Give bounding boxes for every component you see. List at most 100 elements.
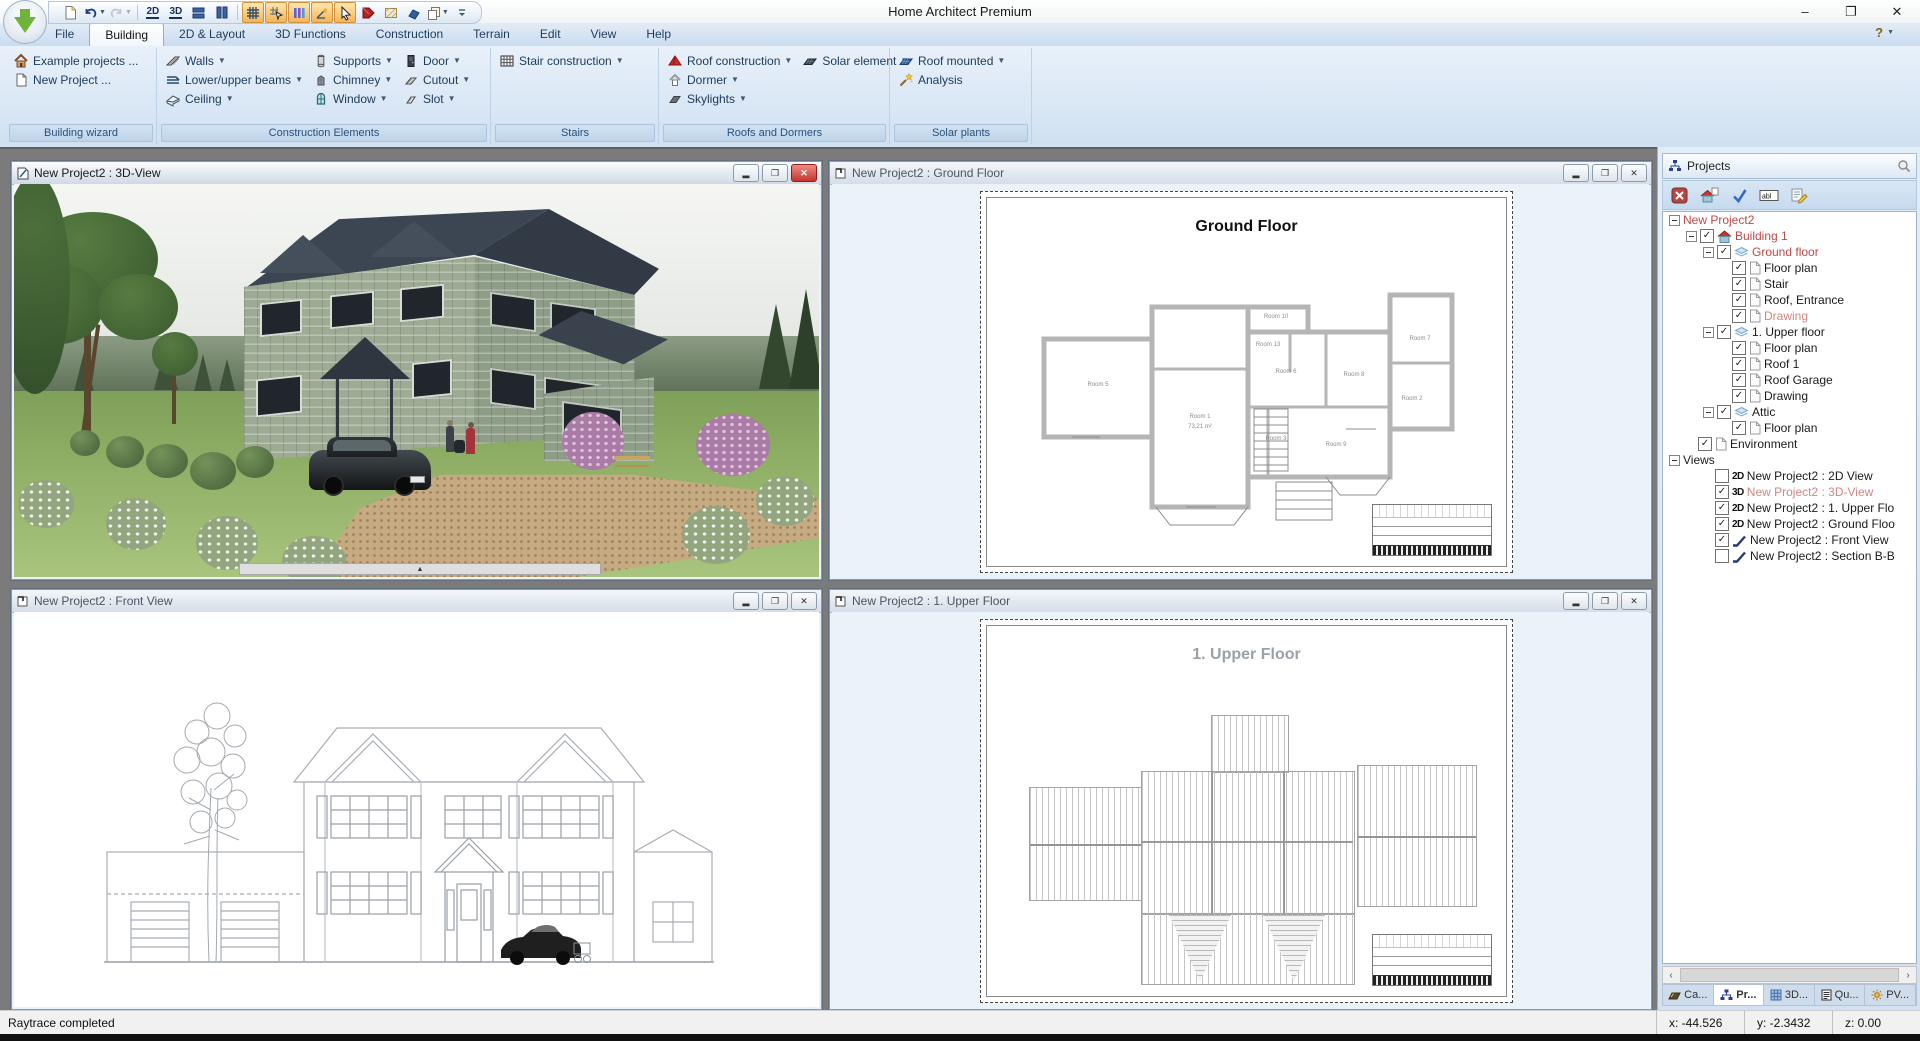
add-building-button[interactable] <box>1696 183 1722 207</box>
scroll-right-icon[interactable]: › <box>1900 970 1916 981</box>
tree-item-floor-plan[interactable]: ✓Floor plan <box>1663 340 1916 356</box>
tab-help[interactable]: Help <box>631 23 686 46</box>
tree-checkbox[interactable]: ✓ <box>1700 229 1714 243</box>
ribbon-button-walls[interactable]: Walls▼ <box>162 51 306 70</box>
upper-floor-canvas[interactable]: 1. Upper Floor <box>832 612 1649 1007</box>
close-button[interactable]: ✕ <box>1874 0 1920 23</box>
panel-tab-ca[interactable]: Ca... <box>1663 985 1714 1005</box>
tree-item-new-project2-3d-view[interactable]: ✓3DNew Project2 : 3D-View <box>1663 484 1916 500</box>
panel-tab-3d[interactable]: 3D... <box>1764 985 1815 1005</box>
qat-guide-lines-button[interactable] <box>288 2 310 23</box>
ribbon-button-window[interactable]: Window▼ <box>310 89 396 108</box>
qat-color-marker-button[interactable] <box>357 2 379 23</box>
panel-tab-pr[interactable]: Pr... <box>1714 985 1765 1005</box>
tree-checkbox[interactable] <box>1715 469 1729 483</box>
tree-item-new-project2-section-b-b[interactable]: New Project2 : Section B-B <box>1663 548 1916 564</box>
tree-item-roof-1[interactable]: ✓Roof 1 <box>1663 356 1916 372</box>
close-button[interactable]: ✕ <box>791 164 817 182</box>
ribbon-button-lower-upper-beams[interactable]: Lower/upper beams▼ <box>162 70 306 89</box>
tree-item-drawing[interactable]: ✓Drawing <box>1663 308 1916 324</box>
tree-checkbox[interactable]: ✓ <box>1732 389 1746 403</box>
ground-floor-canvas[interactable]: Ground Floor <box>832 184 1649 577</box>
ribbon-button-ceiling[interactable]: Ceiling▼ <box>162 89 306 108</box>
tree-checkbox[interactable]: ✓ <box>1698 437 1712 451</box>
tree-checkbox[interactable]: ✓ <box>1715 501 1729 515</box>
ribbon-button-cutout[interactable]: Cutout▼ <box>400 70 473 89</box>
tree-item-views[interactable]: Views <box>1663 452 1916 468</box>
minimize-button[interactable]: – <box>1782 0 1828 23</box>
tree-expander-icon[interactable] <box>1686 231 1697 242</box>
tree-checkbox[interactable]: ✓ <box>1732 293 1746 307</box>
ribbon-button-supports[interactable]: Supports▼ <box>310 51 396 70</box>
tree-checkbox[interactable]: ✓ <box>1732 341 1746 355</box>
restore-button[interactable]: ❐ <box>762 164 788 182</box>
tree-checkbox[interactable]: ✓ <box>1732 277 1746 291</box>
ribbon-button-slot[interactable]: Slot▼ <box>400 89 473 108</box>
tab-edit[interactable]: Edit <box>525 23 576 46</box>
qat-copy-button[interactable]: ▼ <box>426 2 450 23</box>
tree-expander-icon[interactable] <box>1669 215 1680 226</box>
tree-checkbox[interactable] <box>1715 549 1729 563</box>
tree-item-ground-floor[interactable]: ✓Ground floor <box>1663 244 1916 260</box>
tree-item-new-project2-front-view[interactable]: ✓New Project2 : Front View <box>1663 532 1916 548</box>
tree-item-roof-entrance[interactable]: ✓Roof, Entrance <box>1663 292 1916 308</box>
window-3d-titlebar[interactable]: New Project2 : 3D-View ▂ ❐ ✕ <box>12 162 821 185</box>
tree-checkbox[interactable]: ✓ <box>1715 533 1729 547</box>
ribbon-button-analysis[interactable]: Analysis <box>895 70 1008 89</box>
front-view-canvas[interactable] <box>14 612 819 1007</box>
properties-button[interactable] <box>1786 183 1812 207</box>
ribbon-button-stair-construction[interactable]: Stair construction▼ <box>496 51 627 70</box>
tab-terrain[interactable]: Terrain <box>458 23 525 46</box>
minimize-button[interactable]: ▂ <box>1563 164 1589 182</box>
tab-building[interactable]: Building <box>89 23 164 47</box>
tree-checkbox[interactable]: ✓ <box>1717 405 1731 419</box>
restore-button[interactable]: ❐ <box>1592 592 1618 610</box>
tree-item-drawing[interactable]: ✓Drawing <box>1663 388 1916 404</box>
qat-pointer-button[interactable] <box>334 2 356 23</box>
tab-view[interactable]: View <box>576 23 632 46</box>
qat-roof-tile-button[interactable] <box>403 2 425 23</box>
qat-toolbar-overflow-button[interactable] <box>451 2 473 23</box>
panel-tab-pv[interactable]: PV... <box>1865 985 1916 1005</box>
panel-tab-qu[interactable]: Qu... <box>1815 985 1866 1005</box>
tree-checkbox[interactable]: ✓ <box>1732 357 1746 371</box>
restore-button[interactable]: ❐ <box>1828 0 1874 23</box>
ribbon-button-skylights[interactable]: Skylights▼ <box>664 89 795 108</box>
application-menu-button[interactable] <box>3 0 47 44</box>
tree-expander-icon[interactable] <box>1703 247 1714 258</box>
minimize-button[interactable]: ▂ <box>733 592 759 610</box>
tree-checkbox[interactable]: ✓ <box>1717 325 1731 339</box>
qat-new-view-button[interactable] <box>59 2 81 23</box>
help-button[interactable]: ? ▼ <box>1875 25 1894 40</box>
ribbon-button-example-projects[interactable]: Example projects ... <box>10 51 141 70</box>
window-ground-titlebar[interactable]: New Project2 : Ground Floor ▂ ❐ ✕ <box>830 162 1651 185</box>
tab-2d-layout[interactable]: 2D & Layout <box>164 23 260 46</box>
qat-tile-horizontal-button[interactable] <box>188 2 210 23</box>
delete-button[interactable] <box>1666 183 1692 207</box>
tab-3d-functions[interactable]: 3D Functions <box>260 23 361 46</box>
tree-checkbox[interactable]: ✓ <box>1732 421 1746 435</box>
scrollbar-thumb[interactable] <box>1680 968 1899 982</box>
qat-angle-snap-button[interactable] <box>311 2 333 23</box>
close-button[interactable]: ✕ <box>791 592 817 610</box>
minimize-button[interactable]: ▂ <box>733 164 759 182</box>
qat-2d-window-button[interactable]: 2D <box>142 2 164 23</box>
qat-redo-button[interactable]: ▼ <box>108 2 133 23</box>
close-button[interactable]: ✕ <box>1621 592 1647 610</box>
tree-item-stair[interactable]: ✓Stair <box>1663 276 1916 292</box>
tree-item-1-upper-floor[interactable]: ✓1. Upper floor <box>1663 324 1916 340</box>
window-upper-titlebar[interactable]: New Project2 : 1. Upper Floor ▂ ❐ ✕ <box>830 590 1651 613</box>
ribbon-button-roof-mounted[interactable]: Roof mounted▼ <box>895 51 1008 70</box>
tree-item-building-1[interactable]: ✓Building 1 <box>1663 228 1916 244</box>
tree-item-environment[interactable]: ✓Environment <box>1663 436 1916 452</box>
window-front-titlebar[interactable]: New Project2 : Front View ▂ ❐ ✕ <box>12 590 821 613</box>
qat-grid-button[interactable] <box>242 2 264 23</box>
tree-item-floor-plan[interactable]: ✓Floor plan <box>1663 420 1916 436</box>
tree-checkbox[interactable]: ✓ <box>1717 245 1731 259</box>
qat-snap-grid-button[interactable] <box>265 2 287 23</box>
tree-item-attic[interactable]: ✓Attic <box>1663 404 1916 420</box>
qat-hatch-button[interactable] <box>380 2 402 23</box>
tree-checkbox[interactable]: ✓ <box>1732 373 1746 387</box>
tree-item-new-project2-2d-view[interactable]: 2DNew Project2 : 2D View <box>1663 468 1916 484</box>
tree-expander-icon[interactable] <box>1703 327 1714 338</box>
